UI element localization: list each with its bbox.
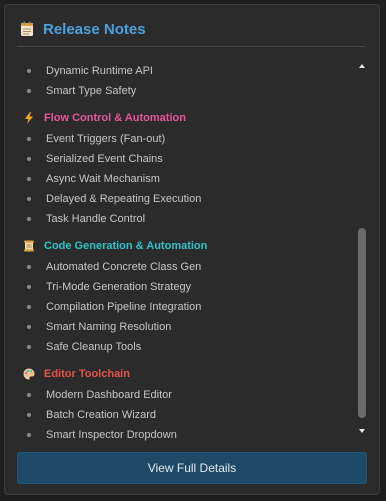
item-label: Tri-Mode Generation Strategy — [46, 281, 192, 293]
bullet — [27, 413, 31, 417]
bullet — [27, 305, 31, 309]
bullet — [27, 157, 31, 161]
list-item: Smart Naming Resolution — [19, 317, 349, 337]
bullet — [27, 177, 31, 181]
list-item: Async Wait Mechanism — [19, 169, 349, 189]
list-item: Smart Type Safety — [19, 81, 349, 101]
list-item: Compilation Pipeline Integration — [19, 297, 349, 317]
section-code-generation: Code Generation & Automation Automated C… — [19, 235, 349, 357]
scroll-down-arrow-icon[interactable] — [356, 425, 368, 437]
bullet — [27, 345, 31, 349]
view-full-details-button[interactable]: View Full Details — [17, 452, 367, 484]
section-editor-toolchain: Editor Toolchain Modern Dashboard Editor… — [19, 363, 349, 441]
bullet — [27, 69, 31, 73]
bullet — [27, 325, 31, 329]
item-label: Serialized Event Chains — [46, 153, 163, 165]
panel-title: Release Notes — [43, 20, 146, 38]
bullet — [27, 265, 31, 269]
section-title: Code Generation & Automation — [44, 240, 208, 252]
bullet — [27, 217, 31, 221]
bullet — [27, 285, 31, 289]
list-item: Tri-Mode Generation Strategy — [19, 277, 349, 297]
palette-icon — [23, 368, 35, 380]
lightning-icon — [25, 112, 33, 124]
item-label: Async Wait Mechanism — [46, 173, 160, 185]
item-label: Smart Type Safety — [46, 85, 137, 97]
bullet — [27, 197, 31, 201]
list-item: Task Handle Control — [19, 209, 349, 229]
bullet — [27, 137, 31, 141]
item-label: Smart Inspector Dropdown — [46, 429, 177, 441]
bullet — [27, 89, 31, 93]
list-item: Safe Cleanup Tools — [19, 337, 349, 357]
list-item: Batch Creation Wizard — [19, 405, 349, 425]
header-divider — [17, 46, 365, 47]
top-items: Dynamic Runtime API Smart Type Safety — [19, 61, 349, 101]
item-label: Delayed & Repeating Execution — [46, 193, 202, 205]
section-heading: Flow Control & Automation — [19, 107, 349, 129]
scroll-icon — [24, 240, 34, 252]
scrollbar-thumb[interactable] — [358, 228, 366, 418]
list-item: Smart Inspector Dropdown — [19, 425, 349, 441]
list-item: Delayed & Repeating Execution — [19, 189, 349, 209]
panel-header: Release Notes — [19, 18, 146, 40]
list-item: Automated Concrete Class Gen — [19, 257, 349, 277]
notepad-icon — [21, 21, 33, 36]
item-label: Safe Cleanup Tools — [46, 341, 142, 353]
list-item: Modern Dashboard Editor — [19, 385, 349, 405]
release-notes-panel: Release Notes Dynamic Runtime API Smart … — [4, 4, 380, 495]
item-label: Automated Concrete Class Gen — [46, 261, 202, 273]
section-heading: Editor Toolchain — [19, 363, 349, 385]
release-notes-list[interactable]: Dynamic Runtime API Smart Type Safety Fl… — [19, 61, 349, 441]
scrollbar-track[interactable] — [358, 75, 366, 421]
section-flow-control: Flow Control & Automation Event Triggers… — [19, 107, 349, 229]
item-label: Event Triggers (Fan-out) — [46, 133, 166, 145]
item-label: Batch Creation Wizard — [46, 409, 157, 421]
bullet — [27, 393, 31, 397]
list-item: Serialized Event Chains — [19, 149, 349, 169]
item-label: Smart Naming Resolution — [46, 321, 172, 333]
item-label: Dynamic Runtime API — [46, 65, 153, 77]
section-title: Editor Toolchain — [44, 368, 130, 380]
item-label: Task Handle Control — [46, 213, 146, 225]
section-title: Flow Control & Automation — [44, 112, 186, 124]
section-heading: Code Generation & Automation — [19, 235, 349, 257]
item-label: Compilation Pipeline Integration — [46, 301, 202, 313]
scroll-up-arrow-icon[interactable] — [356, 60, 368, 72]
list-item: Dynamic Runtime API — [19, 61, 349, 81]
item-label: Modern Dashboard Editor — [46, 389, 172, 401]
bullet — [27, 433, 31, 437]
list-item: Event Triggers (Fan-out) — [19, 129, 349, 149]
